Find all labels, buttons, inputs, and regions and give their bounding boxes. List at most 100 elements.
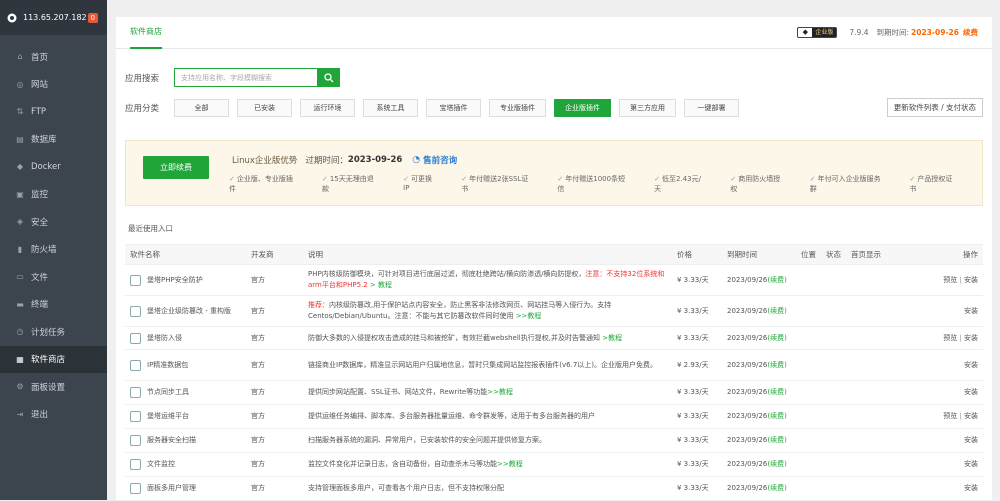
sidebar-item-12[interactable]: ⚙ 面板设置 [0,373,107,401]
category-button[interactable]: 运行环境 [300,98,355,117]
benefit-text: 年付可入企业版服务群 [809,175,881,193]
renew-link[interactable]: (续费) [767,484,786,492]
category-button[interactable]: 一键部署 [684,98,739,117]
home-display [846,380,906,405]
status [821,295,846,327]
table-row: 面板多用户管理 官方 支持管理面板多用户，可查看各个用户日志，但不支持权限分配 ¥ 3… [125,476,983,501]
tutorial-link[interactable]: >教程 [600,334,622,342]
server-ip[interactable]: 113.65.207.182 [23,13,88,22]
preview-link[interactable]: 预览 [943,276,957,284]
sidebar-item-label: 网站 [31,80,49,91]
app-name[interactable]: 节点同步工具 [147,387,189,398]
sidebar-item-0[interactable]: ⌂ 首页 [0,43,107,71]
presale-consult-link[interactable]: 售前咨询 [423,154,457,166]
renew-link[interactable]: (续费) [767,361,786,369]
search-input[interactable]: 支持应用名称、字段模糊搜索 [174,68,317,87]
benefit-item: ✓ 产品授权证书 [910,174,970,194]
enterprise-expire-label: 过期时间： [305,156,348,166]
expire-label: 到期时间: [876,28,910,37]
sidebar-item-9[interactable]: ▬ 终端 [0,291,107,319]
notification-badge[interactable]: 0 [87,12,98,23]
enterprise-title: Linux企业版优势 [232,156,298,166]
desc-text: 扫描服务器系统的漏洞、异常用户，已安装软件的安全问题并提供修复方案。 [308,436,546,444]
search-button[interactable] [317,68,340,87]
install-link[interactable]: 安装 [964,334,978,342]
tutorial-link[interactable]: >>教程 [487,388,513,396]
renew-link[interactable]: (续费) [767,334,786,342]
benefit-item: ✓ 低至2.43元/天 [654,174,718,194]
tab-software-store[interactable]: 软件商店 [130,17,162,49]
sidebar-item-7[interactable]: ▮ 防火墙 [0,236,107,264]
sidebar-item-1[interactable]: ◎ 网站 [0,71,107,99]
enterprise-panel: 立即续费 Linux企业版优势 过期时间： 2023-09-26 ◔ 售前咨询 … [125,140,983,206]
tutorial-link[interactable]: >>教程 [513,312,542,320]
category-button[interactable]: 第三方应用 [619,98,676,117]
app-name[interactable]: 堡塔运维平台 [147,411,189,422]
app-name[interactable]: 服务器安全扫描 [147,435,196,446]
category-button[interactable]: 系统工具 [363,98,418,117]
top-bar: 软件商店 ◆ 企业版 7.9.4 到期时间: 2023-09-26 续费 [116,17,992,49]
recent-entry-label: 最近使用入口 [128,224,173,233]
install-link[interactable]: 安装 [964,388,978,396]
app-name[interactable]: 面板多用户管理 [147,483,196,494]
renew-link[interactable]: (续费) [767,388,786,396]
install-link[interactable]: 安装 [964,361,978,369]
preview-link[interactable]: 预览 [943,334,957,342]
tutorial-link[interactable]: >>教程 [497,460,523,468]
app-name-cell: 服务器安全扫描 [125,428,246,453]
sidebar-item-11[interactable]: ▦ 软件商店 [0,345,107,373]
app-name[interactable]: 堡塔防入侵 [147,333,182,344]
category-button[interactable]: 全部 [174,98,229,117]
sidebar-item-2[interactable]: ⇅ FTP [0,98,107,126]
renew-link[interactable]: (续费) [767,307,786,315]
sidebar-item-4[interactable]: ◆ Docker [0,153,107,181]
install-link[interactable]: 安装 [964,307,978,315]
renew-link[interactable]: (续费) [767,436,786,444]
app-name[interactable]: 堡塔PHP安全防护 [147,275,203,286]
renew-link[interactable]: (续费) [767,460,786,468]
table-row: 节点同步工具 官方 提供同步网站配置、SSL证书、网站文件，Rewrite等功能>>… [125,380,983,405]
install-link[interactable]: 安装 [964,276,978,284]
sidebar-item-10[interactable]: ◷ 计划任务 [0,318,107,346]
description: 提供同步网站配置、SSL证书、网站文件，Rewrite等功能>>教程 [303,380,672,405]
category-button[interactable]: 宝塔插件 [426,98,481,117]
renew-now-button[interactable]: 立即续费 [143,156,209,179]
install-link[interactable]: 安装 [964,460,978,468]
price: ¥ 3.33/天 [672,264,722,296]
category-button[interactable]: 企业版插件 [554,98,611,117]
renew-link[interactable]: (续费) [767,276,786,284]
sidebar-item-6[interactable]: ◈ 安全 [0,208,107,236]
tutorial-link[interactable]: > 教程 [368,281,392,289]
renew-link[interactable]: 续费 [963,27,978,38]
globe-icon: ◎ [16,79,24,89]
sidebar-item-label: 安全 [31,217,49,228]
sidebar-item-13[interactable]: ⇥ 退出 [0,401,107,429]
price: ¥ 2.93/天 [672,349,722,381]
app-name-cell: 文件监控 [125,452,246,477]
developer: 官方 [246,452,303,477]
benefit-item: ✓ 年付赠送2张SSL证书 [461,174,545,194]
position [796,428,821,453]
app-icon [130,411,141,422]
app-name[interactable]: 文件监控 [147,459,175,470]
column-header: 位置 [796,244,821,265]
app-name[interactable]: 堡塔企业级防篡改 - 重构版 [147,306,231,317]
app-name[interactable]: IP精准数据包 [147,360,188,371]
sidebar-item-8[interactable]: ▭ 文件 [0,263,107,291]
desc-text: PHP内核级防御模块，可针对项目进行底层过滤，彻底杜绝跨站/横向防渗透/横向防提… [308,270,586,278]
renew-link[interactable]: (续费) [767,412,786,420]
category-button[interactable]: 已安装 [237,98,292,117]
install-link[interactable]: 安装 [964,436,978,444]
sidebar-item-3[interactable]: ▤ 数据库 [0,126,107,154]
install-link[interactable]: 安装 [964,484,978,492]
update-list-button[interactable]: 更新软件列表 / 支付状态 [886,98,983,117]
developer: 官方 [246,349,303,381]
description: PHP内核级防御模块，可针对项目进行底层过滤，彻底杜绝跨站/横向防渗透/横向防提… [303,264,672,296]
sidebar-item-5[interactable]: ▣ 监控 [0,181,107,209]
preview-link[interactable]: 预览 [943,412,957,420]
app-icon [130,435,141,446]
table-row: IP精准数据包 官方 链接商业IP数据库，精准显示网站用户归属地信息，暂时只集成网站… [125,349,983,381]
enterprise-logo: ◆ 企业版 [797,27,838,38]
install-link[interactable]: 安装 [964,412,978,420]
category-button[interactable]: 专业版插件 [489,98,546,117]
